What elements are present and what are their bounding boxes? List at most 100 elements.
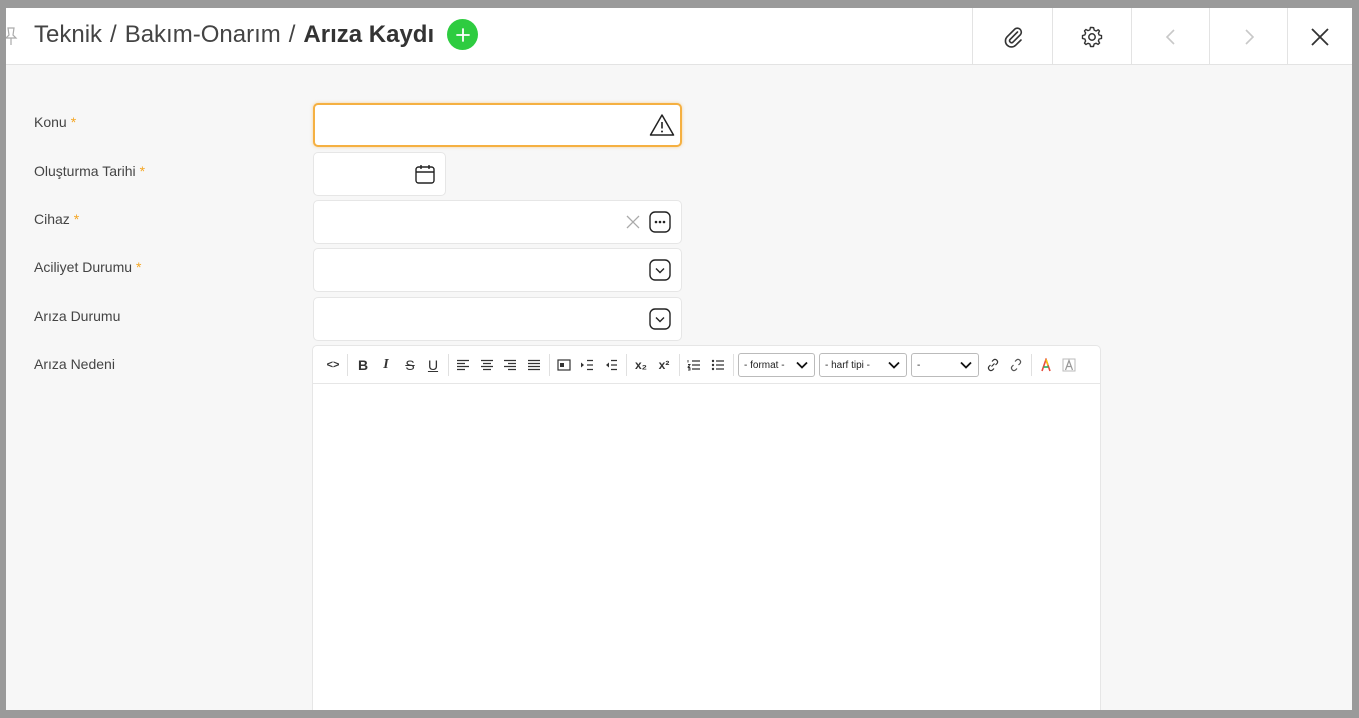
align-justify-button[interactable]	[524, 355, 544, 375]
remove-link-button[interactable]	[1006, 355, 1026, 375]
chevron-down-icon[interactable]	[649, 259, 671, 281]
blockquote-icon	[557, 359, 571, 371]
toolbar-divider	[1031, 354, 1032, 376]
text-color-button[interactable]	[1036, 355, 1056, 375]
align-left-icon	[457, 359, 469, 371]
format-select-value: - format -	[744, 359, 785, 371]
add-button[interactable]	[447, 19, 478, 50]
unordered-list-icon	[711, 359, 724, 371]
konu-field[interactable]	[313, 103, 682, 147]
align-right-button[interactable]	[500, 355, 520, 375]
aciliyet-durumu-select[interactable]	[313, 248, 682, 292]
cihaz-label: Cihaz *	[34, 211, 79, 227]
align-justify-icon	[528, 359, 540, 371]
toolbar-divider	[679, 354, 680, 376]
ariza-nedeni-label: Arıza Nedeni	[34, 356, 115, 372]
settings-button[interactable]	[1052, 8, 1131, 65]
ariza-durumu-select[interactable]	[313, 297, 682, 341]
font-size-select[interactable]: -	[911, 353, 979, 377]
breadcrumb-item-teknik[interactable]: Teknik	[34, 21, 102, 49]
toolbar-divider	[448, 354, 449, 376]
breadcrumb-separator: /	[110, 21, 117, 48]
breadcrumb: Teknik / Bakım-Onarım / Arıza Kaydı	[34, 19, 434, 51]
align-right-icon	[504, 359, 516, 371]
cihaz-field[interactable]	[313, 200, 682, 244]
aciliyet-durumu-label-text: Aciliyet Durumu	[34, 259, 133, 275]
italic-button[interactable]: I	[376, 355, 396, 375]
page-title: Arıza Kaydı	[303, 21, 435, 48]
underline-button[interactable]: U	[423, 355, 443, 375]
outdent-icon	[606, 359, 617, 371]
konu-input[interactable]	[315, 105, 680, 145]
superscript-button[interactable]: x²	[654, 355, 674, 375]
link-icon	[987, 358, 999, 372]
align-center-icon	[481, 359, 493, 371]
clear-icon[interactable]	[624, 213, 642, 231]
required-mark: *	[73, 211, 80, 227]
format-select[interactable]: - format -	[738, 353, 815, 377]
toolbar-divider	[549, 354, 550, 376]
font-size-select-value: -	[917, 359, 921, 371]
font-family-select-value: - harf tipi -	[825, 359, 871, 371]
more-icon[interactable]	[649, 211, 671, 233]
toolbar-divider	[733, 354, 734, 376]
close-icon	[1311, 27, 1329, 46]
chevron-left-icon	[1165, 28, 1175, 45]
outdent-button[interactable]	[601, 355, 621, 375]
strikethrough-button[interactable]: S	[400, 355, 420, 375]
record-window: Teknik / Bakım-Onarım / Arıza Kaydı Konu…	[6, 8, 1352, 710]
aciliyet-durumu-input[interactable]	[314, 249, 681, 291]
pin-icon[interactable]	[6, 26, 18, 46]
insert-link-button[interactable]	[983, 355, 1003, 375]
previous-button[interactable]	[1131, 8, 1209, 65]
font-family-select[interactable]: - harf tipi -	[819, 353, 907, 377]
attachment-button[interactable]	[972, 8, 1052, 65]
align-left-button[interactable]	[453, 355, 473, 375]
olusturma-tarihi-field[interactable]	[313, 152, 446, 196]
chevron-down-icon[interactable]	[649, 308, 671, 330]
editor-content-area[interactable]	[313, 384, 1100, 710]
ariza-durumu-input[interactable]	[314, 298, 681, 340]
olusturma-tarihi-label: Oluşturma Tarihi *	[34, 163, 145, 179]
source-code-button[interactable]: <>	[323, 355, 343, 375]
chevron-down-icon	[960, 361, 972, 369]
plus-icon	[455, 27, 470, 42]
warning-icon	[649, 112, 675, 138]
rich-text-editor: <> B I S U x₂ x² - format - - harf tipi …	[312, 345, 1101, 710]
subscript-button[interactable]: x₂	[631, 355, 651, 375]
unlink-icon	[1010, 358, 1022, 372]
gear-icon	[1081, 26, 1103, 47]
konu-label-text: Konu	[34, 114, 67, 130]
unordered-list-button[interactable]	[708, 355, 728, 375]
next-button[interactable]	[1209, 8, 1287, 65]
required-mark: *	[136, 259, 142, 275]
paperclip-icon	[1004, 26, 1022, 48]
close-button[interactable]	[1287, 8, 1352, 65]
editor-toolbar: <> B I S U x₂ x² - format - - harf tipi …	[313, 346, 1100, 384]
highlight-icon	[1062, 358, 1076, 372]
ordered-list-button[interactable]	[684, 355, 704, 375]
align-center-button[interactable]	[477, 355, 497, 375]
toolbar-divider	[626, 354, 627, 376]
background-color-button[interactable]	[1059, 355, 1079, 375]
indent-icon	[581, 359, 593, 371]
required-mark: *	[139, 163, 146, 179]
chevron-down-icon	[888, 361, 900, 369]
ariza-nedeni-label-text: Arıza Nedeni	[34, 356, 115, 372]
blockquote-button[interactable]	[554, 355, 574, 375]
text-color-icon	[1041, 358, 1051, 372]
toolbar-divider	[347, 354, 348, 376]
konu-label: Konu *	[34, 114, 76, 130]
indent-button[interactable]	[577, 355, 597, 375]
breadcrumb-item-bakim-onarim[interactable]: Bakım-Onarım	[125, 21, 281, 49]
required-mark: *	[70, 114, 77, 130]
aciliyet-durumu-label: Aciliyet Durumu *	[34, 259, 141, 275]
bold-button[interactable]: B	[353, 355, 373, 375]
ariza-durumu-label-text: Arıza Durumu	[34, 308, 121, 324]
ordered-list-icon	[687, 360, 700, 371]
cihaz-label-text: Cihaz	[34, 211, 70, 227]
ariza-durumu-label: Arıza Durumu	[34, 308, 120, 324]
calendar-icon[interactable]	[413, 162, 437, 186]
olusturma-tarihi-label-text: Oluşturma Tarihi	[34, 163, 136, 179]
header-bar: Teknik / Bakım-Onarım / Arıza Kaydı	[6, 8, 1352, 65]
